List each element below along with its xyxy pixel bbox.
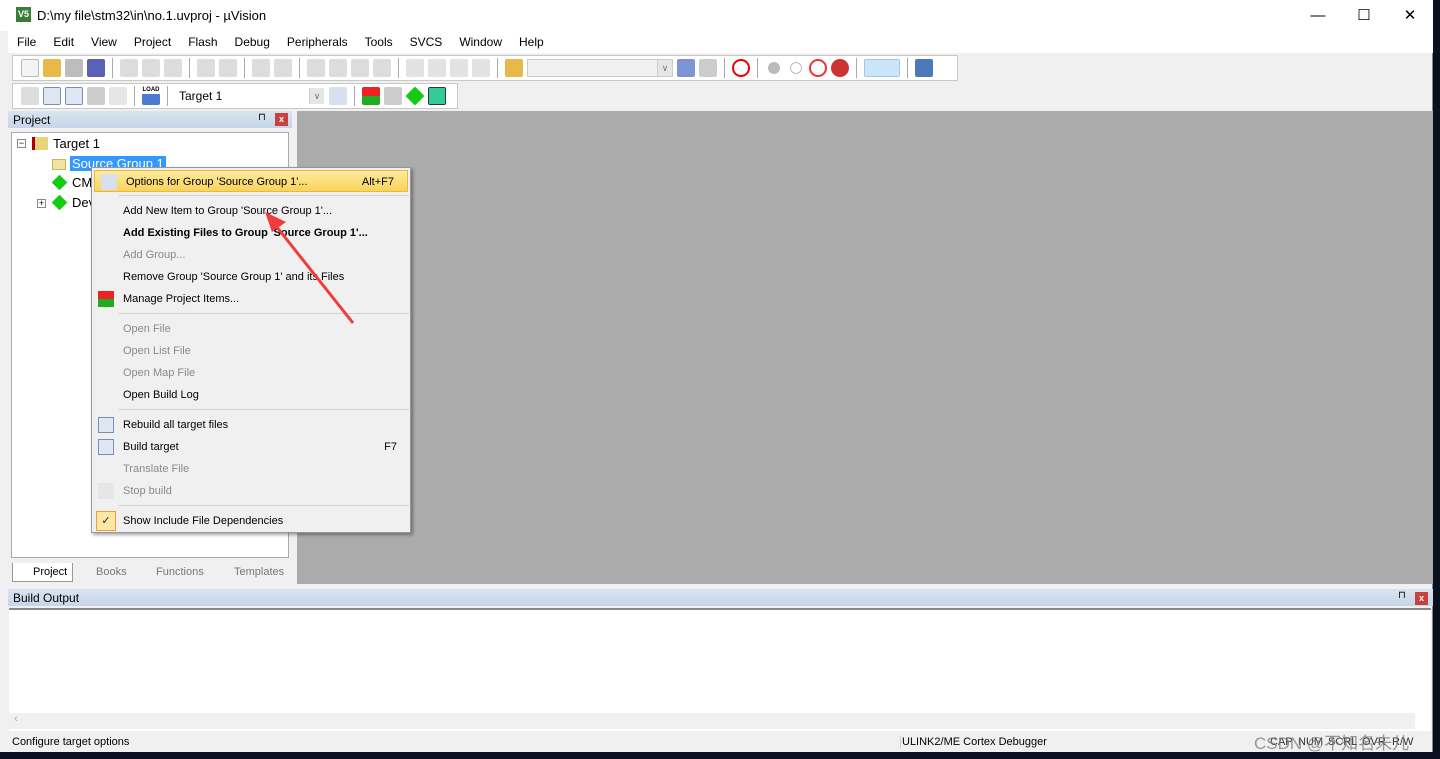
arrow-head <box>265 212 286 232</box>
watermark: CSDN @不知名未儿 <box>1254 734 1410 753</box>
arrow-shaft <box>274 225 355 324</box>
annotation-arrow <box>265 212 355 324</box>
